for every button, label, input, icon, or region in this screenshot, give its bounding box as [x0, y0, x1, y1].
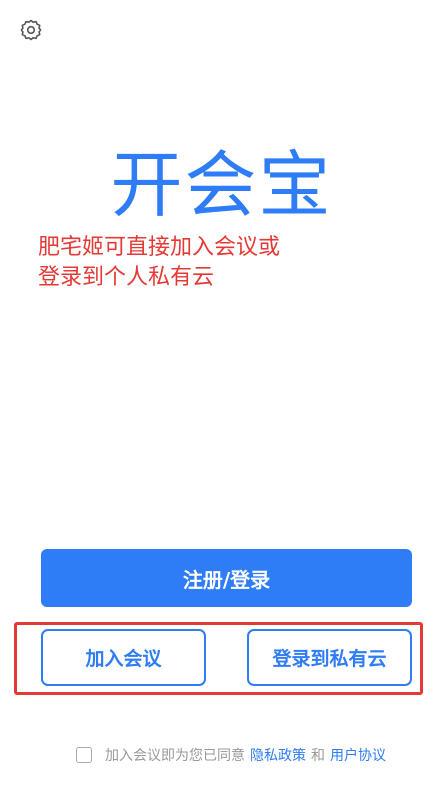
annotation-line-1: 肥宅姬可直接加入会议或 — [38, 235, 281, 260]
privacy-policy-link[interactable]: 隐私政策 — [250, 745, 306, 765]
annotation-line-2: 登录到个人私有云 — [38, 265, 215, 290]
register-login-button[interactable]: 注册/登录 — [41, 549, 412, 607]
app-title: 开会宝 — [110, 143, 333, 227]
gear-icon[interactable] — [19, 18, 43, 42]
annotation-text: 肥宅姬可直接加入会议或 登录到个人私有云 — [38, 233, 338, 293]
user-agreement-link[interactable]: 用户协议 — [330, 745, 386, 765]
agreement-checkbox[interactable] — [76, 747, 92, 763]
join-meeting-button[interactable]: 加入会议 — [41, 629, 206, 686]
agreement-row: 加入会议即为您已同意 隐私政策 和 用户协议 — [76, 744, 386, 766]
agreement-and: 和 — [311, 748, 325, 764]
login-private-cloud-button[interactable]: 登录到私有云 — [247, 629, 412, 686]
agreement-prefix: 加入会议即为您已同意 — [105, 748, 245, 764]
